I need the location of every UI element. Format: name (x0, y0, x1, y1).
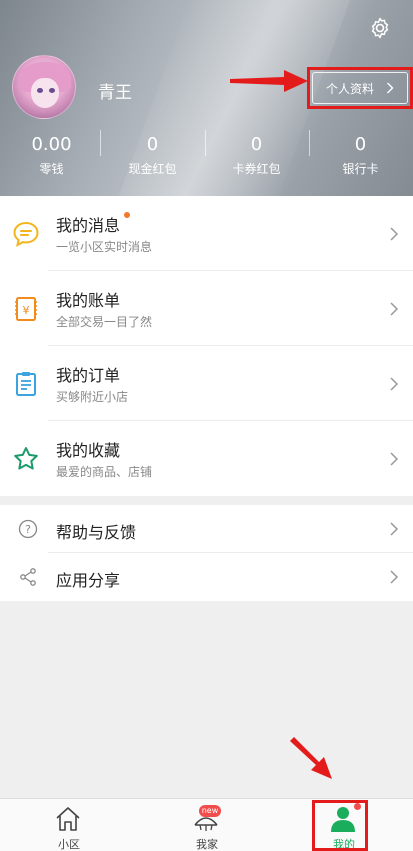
menu-item-favorites[interactable]: 我的收藏 最爱的商品、店铺 (0, 421, 413, 496)
menu-item-orders[interactable]: 我的订单 买够附近小店 (0, 346, 413, 421)
stat-bank-card[interactable]: 0 银行卡 (309, 132, 412, 177)
avatar[interactable] (12, 55, 76, 119)
stat-change[interactable]: 0.00 零钱 (0, 132, 103, 177)
help-icon: ? (18, 519, 38, 539)
tab-community[interactable]: 小区 (0, 799, 138, 851)
person-icon (331, 807, 355, 832)
chevron-right-icon (390, 570, 399, 584)
stat-coupon-packet[interactable]: 0 卡券红包 (205, 132, 308, 177)
main-menu: 我的消息 一览小区实时消息 ¥ 我的账单 全部交易一目了然 我的订单 买够附近小… (0, 196, 413, 496)
unread-dot (124, 212, 130, 218)
menu-item-help[interactable]: ? 帮助与反馈 (0, 505, 413, 553)
notification-dot (354, 803, 361, 810)
new-badge: new (199, 805, 221, 817)
star-icon (14, 447, 38, 470)
annotation-arrow-icon (230, 70, 308, 92)
share-icon (20, 568, 36, 586)
annotation-arrow-icon (290, 737, 332, 779)
gear-icon[interactable] (368, 16, 392, 40)
stat-cash-packet[interactable]: 0 现金红包 (101, 132, 204, 177)
chevron-right-icon (390, 452, 399, 466)
menu-item-messages[interactable]: 我的消息 一览小区实时消息 (0, 196, 413, 271)
svg-text:?: ? (25, 523, 31, 536)
chevron-right-icon (390, 377, 399, 391)
profile-button-label: 个人资料 (325, 81, 374, 96)
secondary-menu: ? 帮助与反馈 应用分享 (0, 505, 413, 601)
tab-mine[interactable]: 我的 (275, 799, 413, 851)
username: 青王 (98, 83, 132, 103)
home-icon (56, 807, 80, 831)
profile-button[interactable]: 个人资料 (312, 72, 408, 104)
profile-header: 青王 个人资料 0.00 零钱 0 现金红包 0 卡券红包 0 银行卡 (0, 0, 413, 196)
message-icon (13, 221, 39, 247)
chevron-right-icon (390, 302, 399, 316)
svg-text:¥: ¥ (23, 304, 30, 317)
chevron-right-icon (390, 227, 399, 241)
menu-item-share[interactable]: 应用分享 (0, 553, 413, 601)
menu-item-bills[interactable]: ¥ 我的账单 全部交易一目了然 (0, 271, 413, 346)
order-icon (16, 372, 36, 396)
bill-icon: ¥ (15, 297, 37, 321)
chevron-right-icon (390, 522, 399, 536)
chevron-right-icon (387, 82, 394, 94)
